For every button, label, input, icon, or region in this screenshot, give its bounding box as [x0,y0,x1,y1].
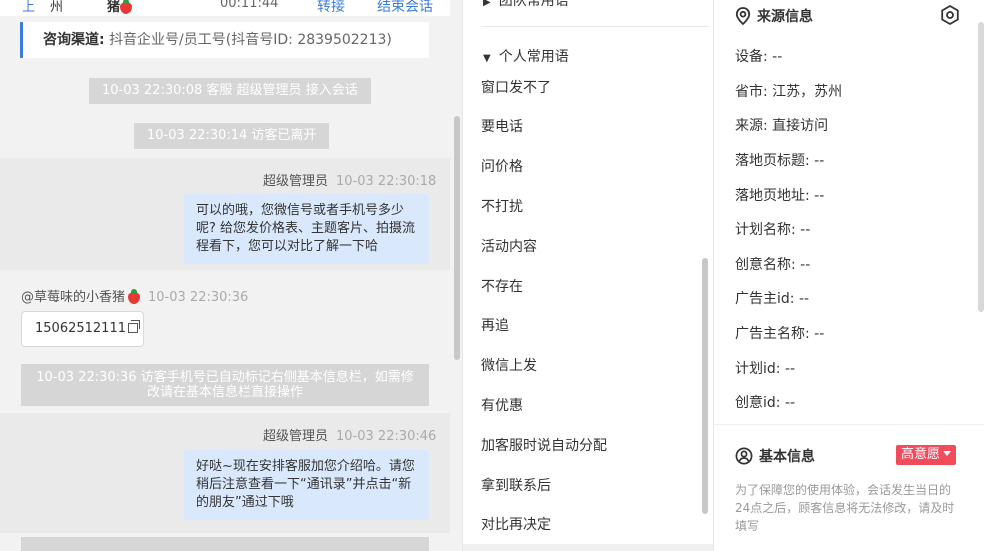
phrase-item[interactable]: 窗口发不了 [481,77,551,97]
quick-phrases-panel: ▶ 团队常用语 ▼ 个人常用语 窗口发不了 要电话 问价格 不打扰 活动内容 不存在… [462,0,714,551]
info-advertiser-name: 广告主名称: -- [735,326,825,342]
info-creative-id: 创意id: -- [735,395,796,411]
phrase-item[interactable]: 问价格 [481,156,523,176]
source-info-title: 来源信息 [757,9,813,25]
info-plan-name: 计划名称: -- [735,222,811,238]
copy-icon[interactable] [127,320,140,333]
source-info-header: 来源信息 [735,6,813,26]
caret-down-icon: ▼ [483,53,491,64]
settings-hex-icon[interactable] [939,4,961,26]
agent-message-bubble: 可以的哦，您微信号或者手机号多少呢? 给您发价格表、主题客片、拍摄流程看下，您可… [184,194,429,264]
phrases-horizontal-scrollbar[interactable] [463,544,713,551]
header-fragment: 上 [22,0,36,15]
personal-phrases-label: 个人常用语 [498,49,569,65]
message-time: 10-03 22:30:36 [148,290,249,305]
customer-info-panel: 来源信息 设备: -- 省市: 江苏，苏州 来源: 直接访问 落地页标题: --… [714,0,992,551]
personal-phrases-group[interactable]: ▼ 个人常用语 [483,46,569,66]
info-creative-name: 创意名称: -- [735,257,811,273]
visitor-name-fragment: 猪 [107,0,133,15]
agent-message-bubble: 好哒~现在安排客服加您介绍哈。请您稍后注意查看一下“通讯录”并点击“新的朋友”通… [184,450,429,520]
user-circle-icon [735,447,753,465]
message-time: 10-03 22:30:18 [336,174,437,189]
visitor-location: 州 [50,0,64,15]
chat-header: 上 州 猪 00:11:44 转接 结束会话 [0,0,450,16]
phrase-item[interactable]: 不存在 [481,276,523,296]
message-meta: 超级管理员 10-03 22:30:18 [263,170,436,189]
sender-name: 超级管理员 [263,174,329,189]
chat-panel: 上 州 猪 00:11:44 转接 结束会话 咨询渠道: 抖音企业号/员工号(抖… [0,0,462,551]
strawberry-emoji-icon [120,0,133,14]
intent-level-dropdown[interactable]: 高意愿 [896,445,957,465]
phrase-item[interactable]: 要电话 [481,116,523,136]
session-timer: 00:11:44 [220,0,279,11]
phrase-item[interactable]: 再追 [481,315,509,335]
intent-level-label: 高意愿 [901,447,941,462]
edit-deadline-notice: 为了保障您的使用体验，会话发生当日的24点之后，顾客信息将无法修改，请及时填写 [735,483,955,533]
info-landing-title: 落地页标题: -- [735,153,825,169]
system-message: 10-03 22:30:08 客服 超级管理员 接入会话 [89,78,371,104]
phrase-item[interactable]: 有优惠 [481,395,523,415]
transfer-button[interactable]: 转接 [317,0,345,16]
caret-right-icon: ▶ [483,0,491,8]
strawberry-emoji-icon [128,288,141,304]
system-message-partial [21,537,429,551]
team-phrases-label: 团队常用语 [498,0,569,9]
message-time: 10-03 22:30:46 [336,429,437,444]
location-pin-icon [735,7,751,26]
basic-info-header: 基本信息 [735,446,815,466]
info-source: 来源: 直接访问 [735,118,829,134]
info-plan-id: 计划id: -- [735,361,796,377]
phrase-item[interactable]: 活动内容 [481,236,537,256]
phrase-item[interactable]: 不打扰 [481,196,523,216]
team-phrases-group[interactable]: ▶ 团队常用语 [483,0,569,10]
phrase-item[interactable]: 加客服时说自动分配 [481,435,607,455]
caret-down-icon [943,451,952,456]
chat-scrollbar[interactable] [454,116,460,360]
phrases-scrollbar[interactable] [702,258,708,514]
message-meta: 超级管理员 10-03 22:30:46 [263,425,436,444]
info-landing-url: 落地页地址: -- [735,188,825,204]
end-session-button[interactable]: 结束会话 [377,0,433,16]
consult-channel-value: 抖音企业号/员工号(抖音号ID: 2839502213) [109,32,392,48]
basic-info-title: 基本信息 [759,449,815,465]
system-message: 10-03 22:30:14 访客已离开 [134,123,330,149]
info-device: 设备: -- [735,49,783,65]
phrase-item[interactable]: 对比再决定 [481,514,551,534]
phrase-item[interactable]: 拿到联系后 [481,475,551,495]
consult-channel-label: 咨询渠道: [43,32,105,48]
info-province-city: 省市: 江苏，苏州 [735,84,843,100]
info-advertiser-id: 广告主id: -- [735,291,810,307]
section-divider [714,424,984,425]
system-message: 10-03 22:30:36 访客手机号已自动标记右侧基本信息栏，如需修改请在基… [21,364,429,406]
phrase-item[interactable]: 微信上发 [481,355,537,375]
visitor-phone-number: 15062512111 [35,321,126,336]
sender-name: @草莓味的小香猪 [21,288,141,305]
info-scrollbar[interactable] [978,22,984,312]
group-divider [481,26,709,27]
sender-name: 超级管理员 [263,429,329,444]
visitor-phone-bubble[interactable]: 15062512111 [21,311,144,347]
consult-channel-card: 咨询渠道: 抖音企业号/员工号(抖音号ID: 2839502213) [20,22,429,58]
message-meta: @草莓味的小香猪 10-03 22:30:36 [21,286,248,305]
